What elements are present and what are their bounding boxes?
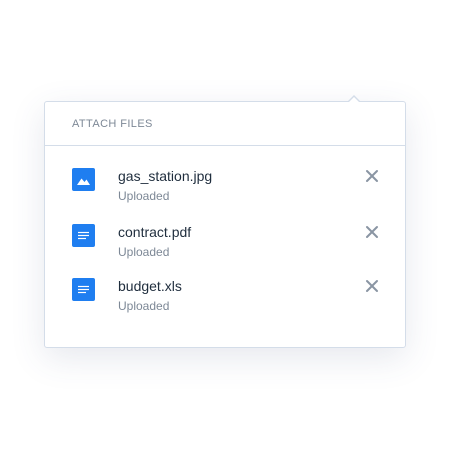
panel-header: ATTACH FILES: [45, 102, 405, 146]
file-name[interactable]: contract.pdf: [118, 224, 191, 240]
close-icon: [366, 170, 378, 182]
file-name[interactable]: budget.xls: [118, 278, 182, 294]
image-file-icon: [72, 168, 95, 191]
remove-file-button[interactable]: [363, 223, 381, 241]
remove-file-button[interactable]: [363, 277, 381, 295]
file-status: Uploaded: [118, 299, 170, 313]
document-file-icon: [72, 278, 95, 301]
list-item-file: gas_station.jpg Uploaded: [45, 146, 405, 203]
panel-title: ATTACH FILES: [72, 117, 153, 130]
file-status: Uploaded: [118, 189, 170, 203]
list-item-file: contract.pdf Uploaded: [45, 202, 405, 259]
attach-files-canvas: ATTACH FILES gas_station.jpg Uploaded co…: [0, 0, 450, 450]
close-icon: [366, 280, 378, 292]
attach-files-panel: ATTACH FILES gas_station.jpg Uploaded co…: [44, 101, 406, 348]
document-file-icon: [72, 224, 95, 247]
close-icon: [366, 226, 378, 238]
list-item-file: budget.xls Uploaded: [45, 256, 405, 313]
remove-file-button[interactable]: [363, 167, 381, 185]
file-name[interactable]: gas_station.jpg: [118, 168, 212, 184]
